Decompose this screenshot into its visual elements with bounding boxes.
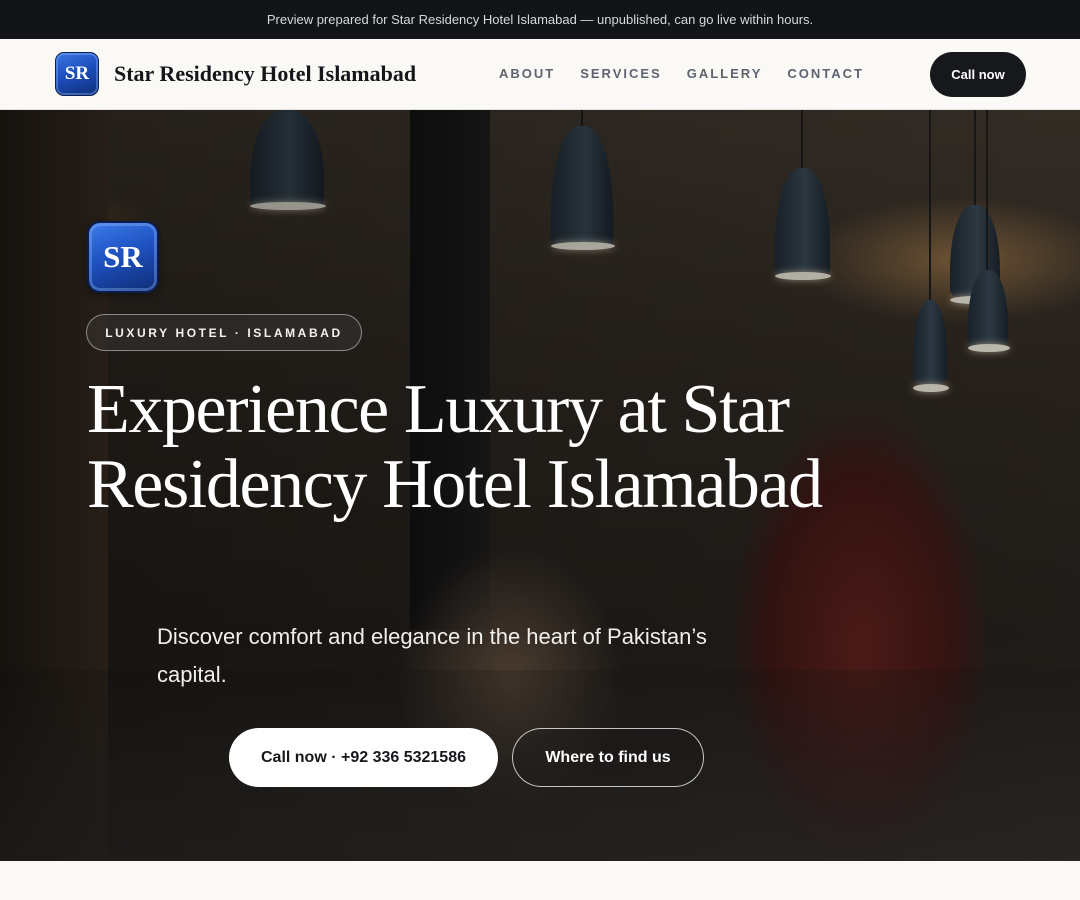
hero-call-button[interactable]: Call now · +92 336 5321586: [229, 728, 498, 787]
nav-link-gallery[interactable]: GALLERY: [687, 66, 763, 81]
hero-category-badge: LUXURY HOTEL · ISLAMABAD: [86, 314, 362, 351]
brand-logo[interactable]: SR: [55, 52, 99, 96]
nav-link-contact[interactable]: CONTACT: [787, 66, 864, 81]
nav-link-about[interactable]: ABOUT: [499, 66, 555, 81]
preview-notice-bar: Preview prepared for Star Residency Hote…: [0, 0, 1080, 39]
site-header: SR Star Residency Hotel Islamabad ABOUT …: [0, 39, 1080, 110]
hero-content: SR LUXURY HOTEL · ISLAMABAD Experience L…: [0, 110, 1080, 861]
hero-title: Experience Luxury at Star Residency Hote…: [87, 371, 823, 523]
nav-link-services[interactable]: SERVICES: [580, 66, 662, 81]
header-call-button[interactable]: Call now: [930, 52, 1026, 97]
hero-section: SR LUXURY HOTEL · ISLAMABAD Experience L…: [0, 110, 1080, 861]
hero-directions-button[interactable]: Where to find us: [512, 728, 704, 787]
preview-notice-text: Preview prepared for Star Residency Hote…: [266, 12, 814, 27]
hero-logo-text: SR: [103, 239, 143, 274]
hero-subtitle: Discover comfort and elegance in the hea…: [157, 624, 707, 687]
brand-name[interactable]: Star Residency Hotel Islamabad: [114, 61, 416, 87]
main-nav: ABOUT SERVICES GALLERY CONTACT: [499, 66, 889, 81]
brand[interactable]: SR Star Residency Hotel Islamabad: [55, 52, 416, 96]
hero-logo: SR: [87, 221, 159, 293]
brand-logo-text: SR: [64, 63, 90, 84]
